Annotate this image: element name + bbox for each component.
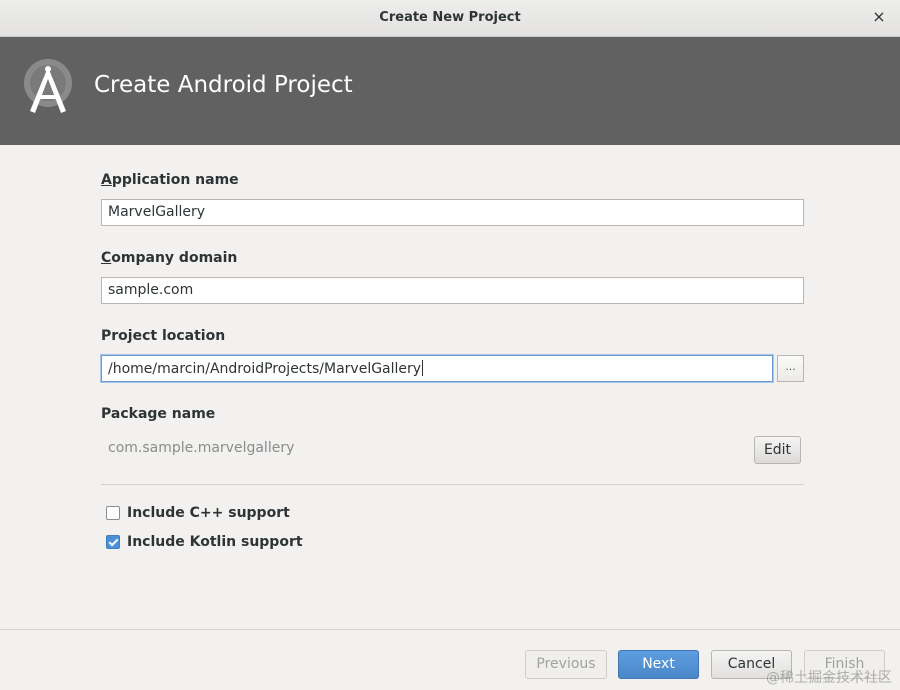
cpp-support-label[interactable]: Include C++ support xyxy=(127,505,290,521)
company-domain-value: sample.com xyxy=(108,282,194,298)
app-name-value: MarvelGallery xyxy=(108,204,206,220)
company-domain-label: Company domain xyxy=(101,250,237,266)
cpp-support-checkbox[interactable] xyxy=(106,506,120,520)
project-location-input[interactable]: /home/marcin/AndroidProjects/MarvelGalle… xyxy=(101,355,773,382)
app-name-label: Application name xyxy=(101,172,239,188)
android-studio-logo-icon xyxy=(24,59,72,113)
watermark-text: @稀土掘金技术社区 xyxy=(766,670,892,686)
kotlin-support-label[interactable]: Include Kotlin support xyxy=(127,534,303,550)
app-name-input[interactable]: MarvelGallery xyxy=(101,199,804,226)
package-name-label: Package name xyxy=(101,406,216,422)
app-name-label-mnemonic: A xyxy=(101,172,112,188)
company-domain-label-mnemonic: C xyxy=(101,250,112,266)
footer-divider xyxy=(0,629,900,630)
previous-button[interactable]: Previous xyxy=(525,650,607,679)
project-location-value: /home/marcin/AndroidProjects/MarvelGalle… xyxy=(108,361,422,377)
header-banner: Create Android Project xyxy=(0,37,900,145)
company-domain-input[interactable]: sample.com xyxy=(101,277,804,304)
company-domain-label-text: ompany domain xyxy=(111,250,238,266)
page-title: Create Android Project xyxy=(94,72,353,98)
browse-location-button[interactable]: ... xyxy=(777,355,804,382)
next-button[interactable]: Next xyxy=(618,650,699,679)
app-name-label-text: pplication name xyxy=(111,172,239,188)
kotlin-support-checkbox[interactable] xyxy=(106,535,120,549)
window-title: Create New Project xyxy=(379,10,521,25)
project-location-label: Project location xyxy=(101,328,226,344)
section-divider xyxy=(101,484,804,485)
text-caret xyxy=(422,360,424,376)
edit-package-button[interactable]: Edit xyxy=(754,436,801,464)
window-titlebar: Create New Project × xyxy=(0,0,900,37)
close-icon[interactable]: × xyxy=(871,7,887,27)
package-name-value: com.sample.marvelgallery xyxy=(108,440,295,456)
